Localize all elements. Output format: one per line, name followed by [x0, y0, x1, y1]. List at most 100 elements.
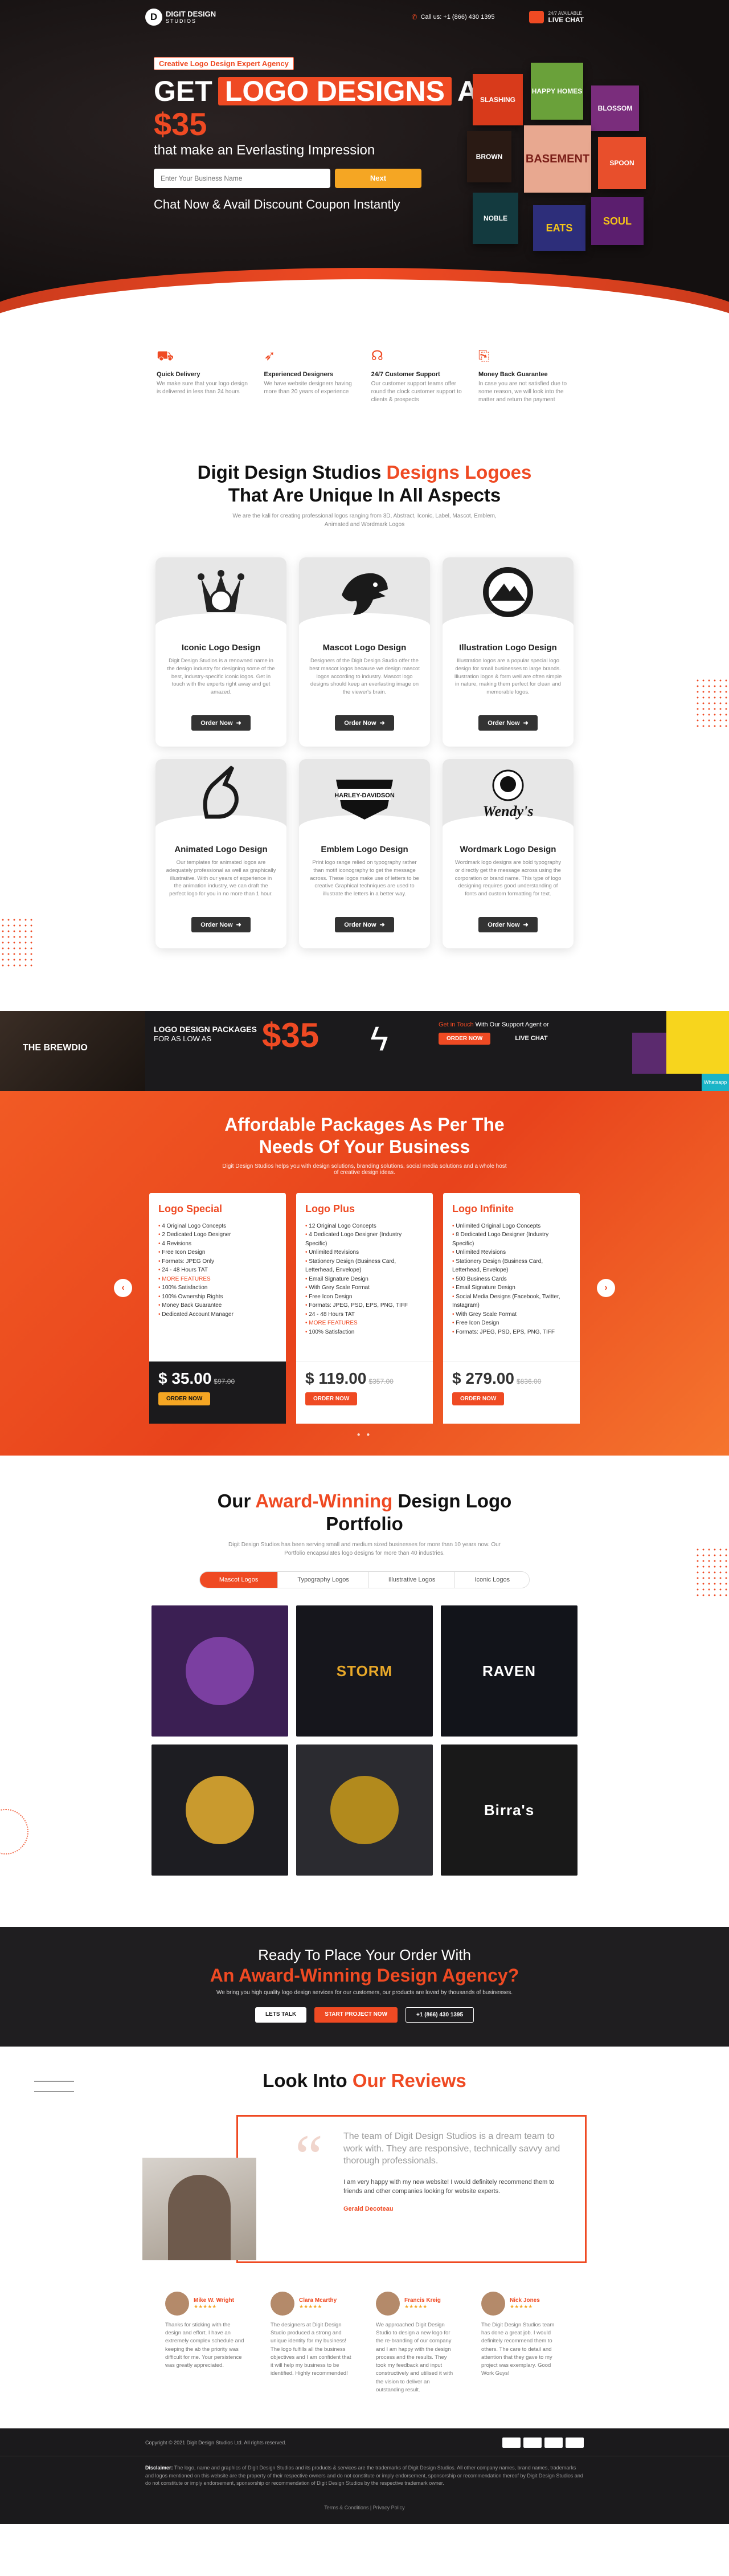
business-name-input[interactable]: [154, 168, 330, 188]
order-now-button[interactable]: Order Now ➜: [478, 715, 538, 731]
packages-section: Affordable Packages As Per The Needs Of …: [0, 1091, 729, 1456]
feature-line: Unlimited Revisions: [452, 1248, 571, 1257]
portfolio-item[interactable]: STORM: [296, 1605, 433, 1737]
mascot-art-icon: [186, 1776, 254, 1845]
carousel-dots[interactable]: ● ●: [0, 1432, 729, 1438]
cta-buttons: LETS TALK START PROJECT NOW +1 (866) 430…: [0, 2007, 729, 2023]
banner-contact: Get in Touch With Our Support Agent or O…: [439, 1021, 549, 1045]
order-now-button[interactable]: Order Now ➜: [191, 917, 251, 933]
tab-illustrative-logos[interactable]: Illustrative Logos: [368, 1572, 456, 1588]
portfolio-tabs: Mascot Logos Typography Logos Illustrati…: [0, 1571, 729, 1589]
portfolio-item[interactable]: [296, 1744, 433, 1876]
package-features: 12 Original Logo Concepts4 Dedicated Log…: [305, 1222, 424, 1336]
price-value: $ 279.00: [452, 1369, 514, 1387]
feature-line: Free Icon Design: [158, 1248, 277, 1257]
prev-arrow-icon[interactable]: ‹: [114, 1279, 132, 1298]
feature-line: Money Back Guarantee: [158, 1301, 277, 1310]
tab-typography-logos[interactable]: Typography Logos: [278, 1572, 369, 1588]
hero-headline: GET LOGO DESIGNS AT: [154, 77, 493, 105]
title-part: Our Reviews: [352, 2070, 466, 2092]
feature-item: ➶ Experienced Designers We have website …: [264, 347, 358, 404]
copyright: Copyright © 2021 Digit Design Studios Lt…: [145, 2440, 286, 2446]
arrow-right-icon: ➜: [379, 720, 385, 727]
banner-live-chat[interactable]: LIVE CHAT: [515, 1035, 547, 1042]
portfolio-item[interactable]: RAVEN: [441, 1605, 578, 1737]
title-part: Portfolio: [326, 1513, 403, 1534]
brand-mark-icon: D: [145, 9, 162, 26]
review-card: Mike W. Wright ★★★★★ Thanks for sticking…: [165, 2291, 248, 2394]
review-box: “ The team of Digit Design Studios is a …: [236, 2114, 587, 2263]
avatar: [376, 2291, 400, 2316]
whatsapp-side-button[interactable]: Whatsapp: [702, 1074, 729, 1091]
feature-line: Free Icon Design: [452, 1319, 571, 1328]
price-value: $ 35.00: [158, 1369, 212, 1387]
order-now-button[interactable]: Order Now ➜: [335, 715, 394, 731]
review-grid: Mike W. Wright ★★★★★ Thanks for sticking…: [0, 2291, 729, 2394]
footer-links[interactable]: Terms & Conditions | Privacy Policy: [145, 2505, 584, 2510]
decor-dots: [695, 1547, 729, 1599]
portfolio-item[interactable]: [151, 1605, 288, 1737]
feature-line: Unlimited Revisions: [305, 1248, 424, 1257]
banner-price: $35: [262, 1016, 320, 1055]
paypal-icon: [502, 2438, 521, 2448]
portfolio-item[interactable]: [151, 1744, 288, 1876]
feature-line: Social Media Designs (Facebook, Twitter,…: [452, 1293, 571, 1310]
live-chat-button[interactable]: 24/7 AVAILABLE LIVE CHAT: [529, 11, 584, 24]
phone-button[interactable]: +1 (866) 430 1395: [406, 2007, 474, 2023]
features-row: ⛟ Quick Delivery We make sure that your …: [0, 319, 729, 404]
disclaimer: Disclaimer: The logo, name and graphics …: [145, 2464, 584, 2488]
feature-item: ☊ 24/7 Customer Support Our customer sup…: [371, 347, 465, 404]
brand-sub: STUDIOS: [166, 18, 197, 24]
next-button[interactable]: Next: [335, 168, 421, 188]
feature-title: 24/7 Customer Support: [371, 370, 440, 378]
order-now-button[interactable]: Order Now ➜: [335, 917, 394, 933]
old-price: $97.00: [214, 1377, 235, 1385]
package-price: $ 35.00 $97.00: [158, 1369, 277, 1388]
hero-subtitle: that make an Everlasting Impression: [154, 142, 375, 158]
title-part: Design Logo: [398, 1490, 512, 1512]
package-footer: $ 279.00 $836.00 ORDER NOW: [443, 1360, 580, 1424]
more-features[interactable]: MORE FEATURES: [305, 1319, 424, 1328]
order-now-button[interactable]: Order Now ➜: [478, 917, 538, 933]
feature-line: 4 Original Logo Concepts: [158, 1222, 277, 1231]
package-features: Unlimited Original Logo Concepts8 Dedica…: [452, 1222, 571, 1336]
hero-chat-line[interactable]: Chat Now & Avail Discount Coupon Instant…: [154, 197, 493, 212]
start-project-button[interactable]: START PROJECT NOW: [314, 2007, 398, 2023]
package-order-button[interactable]: ORDER NOW: [452, 1392, 505, 1405]
title-part: Look Into: [263, 2070, 347, 2092]
brand-name: DIGIT DESIGN: [166, 10, 216, 19]
feature-line: 4 Dedicated Logo Designer (Industry Spec…: [305, 1230, 424, 1248]
feature-line: Email Signature Design: [452, 1283, 571, 1293]
next-arrow-icon[interactable]: ›: [597, 1279, 615, 1298]
more-features[interactable]: MORE FEATURES: [158, 1275, 277, 1284]
package-order-button[interactable]: ORDER NOW: [305, 1392, 358, 1405]
order-now-button[interactable]: Order Now ➜: [191, 715, 251, 731]
emblem-text: HARLEY-DAVIDSON: [334, 792, 395, 799]
card-title: Emblem Logo Design: [321, 845, 408, 855]
hero-get: GET: [154, 75, 212, 107]
call-link[interactable]: ✆ Call us: +1 (866) 430 1395: [412, 13, 495, 21]
mastercard-icon: [544, 2438, 563, 2448]
jester-icon: [186, 557, 256, 629]
feature-line: With Grey Scale Format: [305, 1283, 424, 1293]
arrow-right-icon: ➜: [523, 922, 529, 929]
package-name: Logo Plus: [305, 1203, 355, 1214]
tab-iconic-logos[interactable]: Iconic Logos: [455, 1572, 530, 1588]
lets-talk-button[interactable]: LETS TALK: [255, 2007, 307, 2023]
card-title: Illustration Logo Design: [459, 643, 557, 653]
feature-line: Formats: JPEG, PSD, EPS, PNG, TIFF: [305, 1301, 424, 1310]
collage-tile: SLASHING: [473, 74, 523, 125]
brand-logo[interactable]: D DIGIT DESIGN STUDIOS: [145, 9, 216, 26]
call-label: Call us: +1 (866) 430 1395: [420, 14, 495, 21]
tab-mascot-logos[interactable]: Mascot Logos: [199, 1572, 279, 1588]
feature-line: 12 Original Logo Concepts: [305, 1222, 424, 1231]
reviewer-name: Gerald Decoteau: [343, 2205, 394, 2212]
logo-types-grid: Iconic Logo Design Digit Design Studios …: [0, 557, 729, 949]
collage-tile: EATS: [533, 205, 585, 251]
logo-type-card: Animated Logo Design Our templates for a…: [155, 759, 286, 949]
banner-order-button[interactable]: ORDER NOW: [439, 1033, 491, 1045]
reviewer-silhouette: [168, 2174, 231, 2260]
portfolio-item[interactable]: Birra's: [441, 1744, 578, 1876]
eagle-icon: [329, 557, 400, 629]
package-order-button[interactable]: ORDER NOW: [158, 1392, 211, 1405]
